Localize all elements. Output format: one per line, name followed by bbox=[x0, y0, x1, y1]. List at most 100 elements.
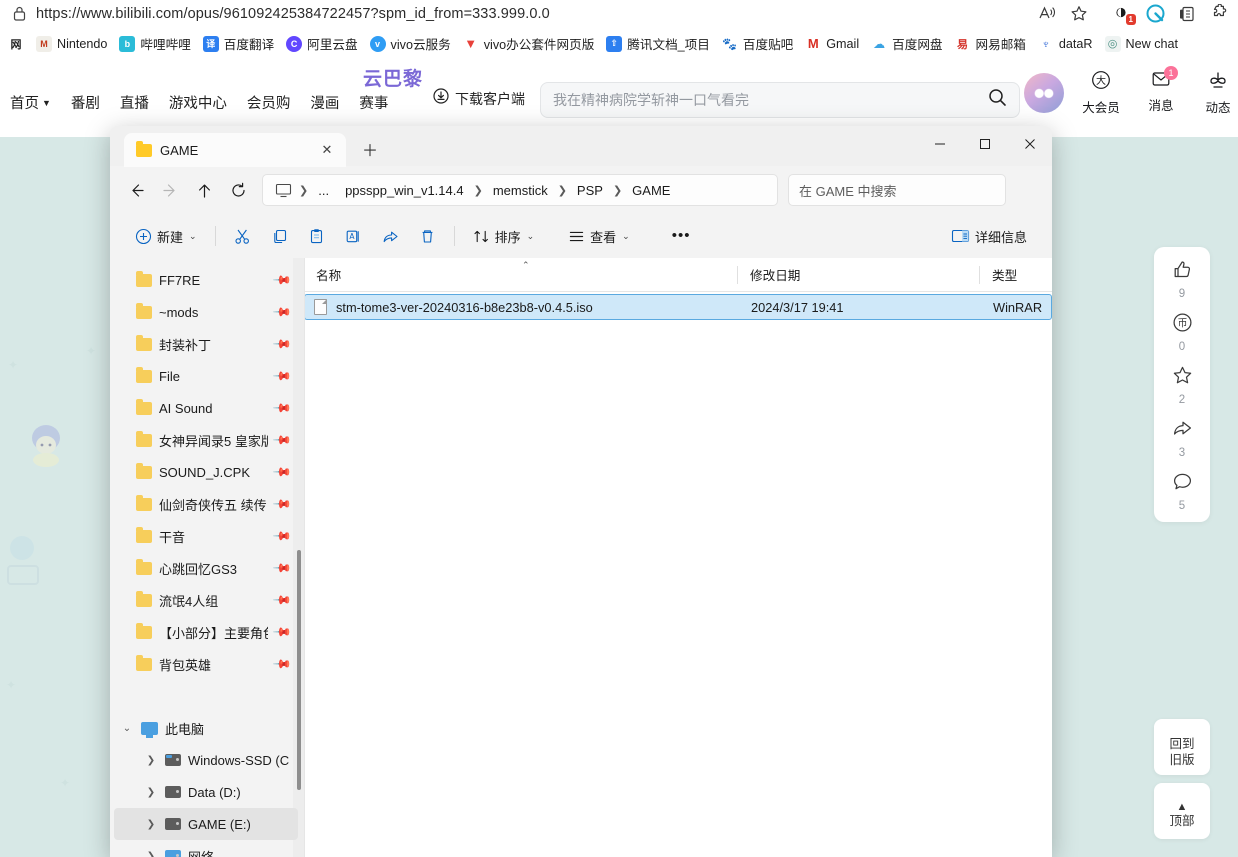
more-options-button[interactable]: ••• bbox=[663, 221, 700, 251]
nav-item-ai-sound[interactable]: AI Sound 📌 bbox=[114, 392, 298, 424]
view-button[interactable]: 查看 ⌄ bbox=[559, 221, 639, 251]
collections-icon[interactable] bbox=[1172, 2, 1202, 26]
pin-icon[interactable]: 📌 bbox=[272, 622, 292, 642]
bookmark-item-datar[interactable]: ♆ dataR bbox=[1032, 33, 1099, 55]
nav-item-xianjian5[interactable]: 仙剑奇侠传五 续传 📌 bbox=[114, 488, 298, 520]
bookmark-item-gmail[interactable]: M Gmail bbox=[799, 33, 865, 55]
close-icon[interactable] bbox=[1007, 126, 1052, 162]
pin-icon[interactable]: 📌 bbox=[272, 430, 292, 450]
nav-item-match[interactable]: 赛事 bbox=[349, 86, 398, 119]
pin-icon[interactable]: 📌 bbox=[272, 302, 292, 322]
nav-item-gamecenter[interactable]: 游戏中心 bbox=[159, 86, 237, 119]
quark-extension-icon[interactable] bbox=[1140, 2, 1170, 26]
arrow-left-icon[interactable] bbox=[120, 174, 152, 206]
details-pane-button[interactable]: 详细信息 bbox=[942, 221, 1036, 251]
extension-pinned-icon[interactable]: 1 bbox=[1108, 2, 1138, 26]
nav-item-fengzhuangbuding[interactable]: 封装补丁 📌 bbox=[114, 328, 298, 360]
explorer-navigation-pane[interactable]: FF7RE 📌 ~mods 📌 封装补丁 📌 File 📌 AI Sound 📌… bbox=[110, 258, 304, 857]
breadcrumb-item-ppsspp[interactable]: ppsspp_win_v1.14.4 bbox=[338, 180, 471, 201]
pin-icon[interactable]: 📌 bbox=[272, 590, 292, 610]
delete-button[interactable] bbox=[410, 221, 445, 251]
this-pc-icon[interactable] bbox=[271, 183, 296, 198]
breadcrumb-item-memstick[interactable]: memstick bbox=[486, 180, 555, 201]
paste-button[interactable] bbox=[299, 221, 334, 251]
dynamic-entry[interactable]: 动态 bbox=[1198, 70, 1238, 116]
pin-icon[interactable]: 📌 bbox=[272, 398, 292, 418]
pin-icon[interactable]: 📌 bbox=[272, 334, 292, 354]
column-header-type[interactable]: 类型 bbox=[980, 258, 1050, 292]
nav-item-xiaobufen-zhuyaojuese[interactable]: 【小部分】主要角色试 📌 bbox=[114, 616, 298, 648]
chevron-down-icon[interactable]: ⌄ bbox=[120, 723, 134, 734]
minimize-icon[interactable] bbox=[917, 126, 962, 162]
plus-icon[interactable]: ＋ bbox=[356, 135, 384, 163]
pin-icon[interactable]: 📌 bbox=[272, 366, 292, 386]
nav-item-manga[interactable]: 漫画 bbox=[300, 86, 349, 119]
nav-item-ff7re[interactable]: FF7RE 📌 bbox=[114, 264, 298, 296]
pin-icon[interactable]: 📌 bbox=[272, 494, 292, 514]
extensions-puzzle-icon[interactable] bbox=[1204, 2, 1234, 26]
nav-item-drive-c[interactable]: ❯ Windows-SSD (C:) bbox=[114, 744, 298, 776]
nav-item-persona5[interactable]: 女神异闻录5 皇家版 📌 bbox=[114, 424, 298, 456]
pin-icon[interactable]: 📌 bbox=[272, 526, 292, 546]
share-button[interactable]: 3 bbox=[1172, 418, 1193, 459]
bookmark-item-new-chat[interactable]: ◎ New chat bbox=[1099, 33, 1185, 55]
arrow-up-icon[interactable] bbox=[188, 174, 220, 206]
nav-item-drive-e[interactable]: ❯ GAME (E:) bbox=[114, 808, 298, 840]
bookmark-item-aliyun-drive[interactable]: C 阿里云盘 bbox=[280, 31, 363, 56]
bookmark-item-bilibili[interactable]: b 哔哩哔哩 bbox=[113, 31, 196, 56]
nav-item-file[interactable]: File 📌 bbox=[114, 360, 298, 392]
bookmark-item-vivo-cloud[interactable]: v vivo云服务 bbox=[364, 31, 457, 56]
sort-button[interactable]: 排序 ⌄ bbox=[464, 221, 544, 251]
nav-item-liumang4renzu[interactable]: 流氓4人组 📌 bbox=[114, 584, 298, 616]
bookmark-item-netease-mail[interactable]: 易 网易邮箱 bbox=[949, 31, 1032, 56]
pin-icon[interactable]: 📌 bbox=[272, 558, 292, 578]
chevron-right-icon[interactable]: ❯ bbox=[144, 819, 158, 830]
bookmark-item-baidu-fanyi[interactable]: 译 百度翻译 bbox=[197, 31, 280, 56]
search-input[interactable]: 我在精神病院学斩神一口气看完 bbox=[540, 82, 1020, 118]
chevron-right-icon[interactable]: ❯ bbox=[144, 851, 158, 857]
nav-item-network[interactable]: ❯ 网络 bbox=[114, 840, 298, 857]
lock-icon[interactable] bbox=[6, 6, 32, 21]
coin-button[interactable]: 币 0 bbox=[1172, 312, 1193, 353]
explorer-file-list[interactable]: 名称 ⌃ 修改日期 类型 stm-tome3-ver-20240316-b8e2… bbox=[304, 258, 1052, 857]
explorer-tab-game[interactable]: GAME ✕ bbox=[124, 133, 346, 167]
nav-item-bangumi[interactable]: 番剧 bbox=[61, 86, 110, 119]
arrow-right-icon[interactable] bbox=[154, 174, 186, 206]
nav-item-xintiaohuiyi-gs3[interactable]: 心跳回忆GS3 📌 bbox=[114, 552, 298, 584]
breadcrumb-item-game[interactable]: GAME bbox=[625, 180, 677, 201]
download-client-button[interactable]: 下载客户端 bbox=[433, 88, 525, 109]
new-button[interactable]: 新建 ⌄ bbox=[126, 221, 206, 251]
breadcrumb-item-psp[interactable]: PSP bbox=[570, 180, 610, 201]
avatar[interactable] bbox=[1024, 73, 1064, 113]
like-button[interactable]: 9 bbox=[1172, 259, 1193, 300]
refresh-icon[interactable] bbox=[222, 174, 254, 206]
bookmark-item-baidu-tieba[interactable]: 🐾 百度贴吧 bbox=[716, 31, 799, 56]
column-header-name[interactable]: 名称 ⌃ bbox=[304, 258, 738, 292]
search-icon[interactable] bbox=[988, 88, 1007, 112]
nav-item-beibaoyingxiong[interactable]: 背包英雄 📌 bbox=[114, 648, 298, 680]
breadcrumb-overflow[interactable]: ... bbox=[311, 180, 336, 201]
breadcrumb[interactable]: ❯ ... ppsspp_win_v1.14.4 ❯ memstick ❯ PS… bbox=[262, 174, 778, 206]
nav-item-sound-j-cpk[interactable]: SOUND_J.CPK 📌 bbox=[114, 456, 298, 488]
nav-item-drive-d[interactable]: ❯ Data (D:) bbox=[114, 776, 298, 808]
pin-icon[interactable]: 📌 bbox=[272, 654, 292, 674]
bookmark-item-baidu-pan[interactable]: ☁ 百度网盘 bbox=[865, 31, 948, 56]
comment-button[interactable]: 5 bbox=[1172, 471, 1193, 512]
chevron-right-icon[interactable]: ❯ bbox=[144, 755, 158, 766]
nav-item-ganyin[interactable]: 干音 📌 bbox=[114, 520, 298, 552]
nav-item-this-pc[interactable]: ⌄ 此电脑 bbox=[114, 712, 298, 744]
share-button[interactable] bbox=[373, 221, 408, 251]
nav-item-vipshop[interactable]: 会员购 bbox=[237, 86, 301, 119]
nav-item-mods[interactable]: ~mods 📌 bbox=[114, 296, 298, 328]
back-to-old-version-button[interactable]: 回到 旧版 bbox=[1154, 719, 1210, 775]
explorer-search-input[interactable]: 在 GAME 中搜索 bbox=[788, 174, 1006, 206]
bookmark-item-nintendo[interactable]: M Nintendo bbox=[30, 33, 113, 55]
bookmark-item-tencent-docs[interactable]: ⇧ 腾讯文档_项目 bbox=[600, 31, 716, 56]
favorite-button[interactable]: 2 bbox=[1172, 365, 1193, 406]
close-icon[interactable]: ✕ bbox=[316, 139, 338, 161]
column-header-date[interactable]: 修改日期 bbox=[738, 258, 980, 292]
vip-entry[interactable]: 大 大会员 bbox=[1078, 70, 1124, 116]
copy-button[interactable] bbox=[262, 221, 297, 251]
nav-scrollbar-thumb[interactable] bbox=[297, 550, 301, 790]
favorite-star-icon[interactable] bbox=[1064, 2, 1094, 26]
